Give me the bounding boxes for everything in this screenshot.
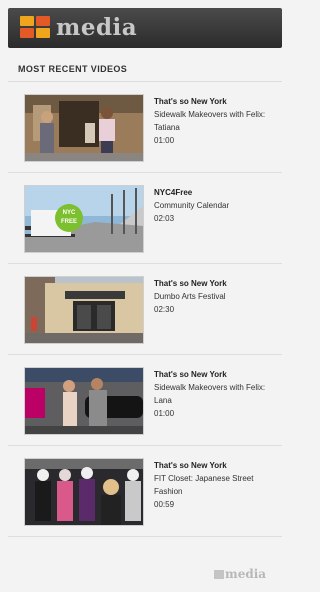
nyc-mini-logo-icon <box>214 570 224 579</box>
video-duration: 00:59 <box>154 500 175 509</box>
pier-thumbnail <box>25 186 143 252</box>
street-makeover-thumbnail <box>25 95 143 161</box>
video-thumbnail[interactable] <box>24 458 144 526</box>
fashion-thumbnail <box>25 459 143 525</box>
video-duration: 01:00 <box>154 136 175 145</box>
show-name: That's so New York <box>154 461 227 470</box>
video-title[interactable]: Sidewalk Makeovers with Felix: Lana <box>154 381 284 407</box>
video-title[interactable]: Sidewalk Makeovers with Felix: Tatiana <box>154 108 284 134</box>
show-name: That's so New York <box>154 370 227 379</box>
video-list: That's so New York Sidewalk Makeovers wi… <box>8 82 282 537</box>
video-duration: 01:00 <box>154 409 175 418</box>
nyc-free-badge: NYC FREE <box>55 204 83 232</box>
video-duration: 02:03 <box>154 214 175 223</box>
nyc-logo-icon[interactable] <box>20 16 52 40</box>
video-list-item[interactable]: That's so New York Sidewalk Makeovers wi… <box>8 82 282 173</box>
video-title[interactable]: FIT Closet: Japanese Street Fashion <box>154 472 284 498</box>
show-name: NYC4Free <box>154 188 193 197</box>
video-list-item[interactable]: That's so New York Dumbo Arts Festival 0… <box>8 264 282 355</box>
video-thumbnail[interactable]: NYC FREE <box>24 185 144 253</box>
video-list-item[interactable]: NYC FREE NYC4Free Community Calendar 02:… <box>8 173 282 264</box>
show-name: That's so New York <box>154 97 227 106</box>
video-duration: 02:30 <box>154 305 175 314</box>
video-thumbnail[interactable] <box>24 367 144 435</box>
footer-brand: media <box>225 567 267 581</box>
app-header: media <box>8 8 282 48</box>
show-name: That's so New York <box>154 279 227 288</box>
video-thumbnail[interactable] <box>24 276 144 344</box>
section-title: MOST RECENT VIDEOS <box>18 64 128 74</box>
dumbo-thumbnail <box>25 277 143 343</box>
footer-logo[interactable]: media <box>214 567 266 581</box>
video-list-item[interactable]: That's so New York Sidewalk Makeovers wi… <box>8 355 282 446</box>
brand-word[interactable]: media <box>56 14 137 41</box>
video-title[interactable]: Community Calendar <box>154 199 284 212</box>
video-thumbnail[interactable] <box>24 94 144 162</box>
street-car-thumbnail <box>25 368 143 434</box>
video-title[interactable]: Dumbo Arts Festival <box>154 290 284 303</box>
video-list-item[interactable]: That's so New York FIT Closet: Japanese … <box>8 446 282 537</box>
